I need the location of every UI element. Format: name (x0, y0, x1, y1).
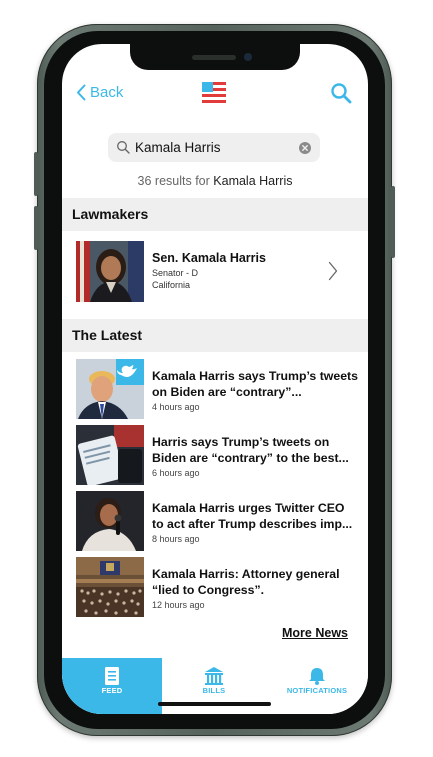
back-button[interactable]: Back (76, 82, 123, 102)
section-header-latest: The Latest (62, 319, 368, 352)
search-field[interactable] (108, 133, 320, 162)
power-button (391, 186, 395, 258)
lawmaker-photo (76, 241, 144, 302)
news-time: 8 hours ago (152, 534, 200, 544)
news-item[interactable]: Kamala Harris says Trump’s tweets on Bid… (62, 359, 368, 421)
lawmaker-card[interactable]: Sen. Kamala Harris Senator - D Californi… (62, 233, 368, 321)
tab-feed[interactable]: FEED (62, 658, 162, 714)
news-time: 4 hours ago (152, 402, 200, 412)
more-news-link[interactable]: More News (282, 626, 348, 640)
front-camera (244, 53, 252, 61)
news-thumbnail (76, 491, 144, 551)
results-prefix: 36 results for (137, 174, 210, 188)
search-input[interactable] (135, 133, 295, 162)
news-thumbnail (76, 359, 144, 419)
capitol-building-icon (205, 667, 223, 685)
lawmaker-meta: Senator - D California (152, 267, 198, 291)
search-icon[interactable] (330, 82, 352, 104)
news-headline: Kamala Harris says Trump’s tweets on Bid… (152, 369, 358, 399)
volume-down-button (34, 206, 38, 250)
notch (130, 44, 300, 70)
news-item[interactable]: Kamala Harris urges Twitter CEO to act a… (62, 491, 368, 553)
bell-icon (309, 668, 325, 685)
tab-label: BILLS (202, 686, 226, 695)
news-time: 6 hours ago (152, 468, 200, 478)
section-header-lawmakers: Lawmakers (62, 198, 368, 231)
news-thumbnail (76, 425, 144, 485)
volume-up-button (34, 152, 38, 196)
lawmaker-state: California (152, 280, 191, 290)
tab-notifications[interactable]: NOTIFICATIONS (266, 658, 368, 714)
news-headline: Kamala Harris urges Twitter CEO to act a… (152, 501, 353, 531)
chevron-left-icon (77, 84, 86, 100)
clear-search-icon[interactable] (299, 142, 311, 154)
news-headline: Harris says Trump’s tweets on Biden are … (152, 435, 349, 465)
tab-label: NOTIFICATIONS (286, 686, 348, 695)
results-query: Kamala Harris (213, 174, 293, 188)
speaker-grille (192, 55, 236, 60)
news-thumbnail (76, 557, 144, 617)
magnifier-icon (117, 141, 130, 154)
results-count: 36 results for Kamala Harris (62, 174, 368, 188)
lawmaker-role: Senator - D (152, 268, 199, 278)
tab-label: FEED (101, 686, 123, 695)
home-indicator (158, 702, 271, 706)
chevron-right-icon (328, 261, 338, 281)
news-time: 12 hours ago (152, 600, 205, 610)
news-headline: Kamala Harris: Attorney general “lied to… (152, 567, 340, 597)
phone-screen: Back 36 results for Kamala Harris Lawmak… (62, 44, 368, 714)
document-icon (105, 667, 119, 685)
news-item[interactable]: Harris says Trump’s tweets on Biden are … (62, 425, 368, 487)
back-label: Back (90, 83, 124, 101)
lawmaker-name: Sen. Kamala Harris (152, 251, 266, 265)
news-item[interactable]: Kamala Harris: Attorney general “lied to… (62, 557, 368, 619)
us-flag-icon (202, 82, 226, 104)
